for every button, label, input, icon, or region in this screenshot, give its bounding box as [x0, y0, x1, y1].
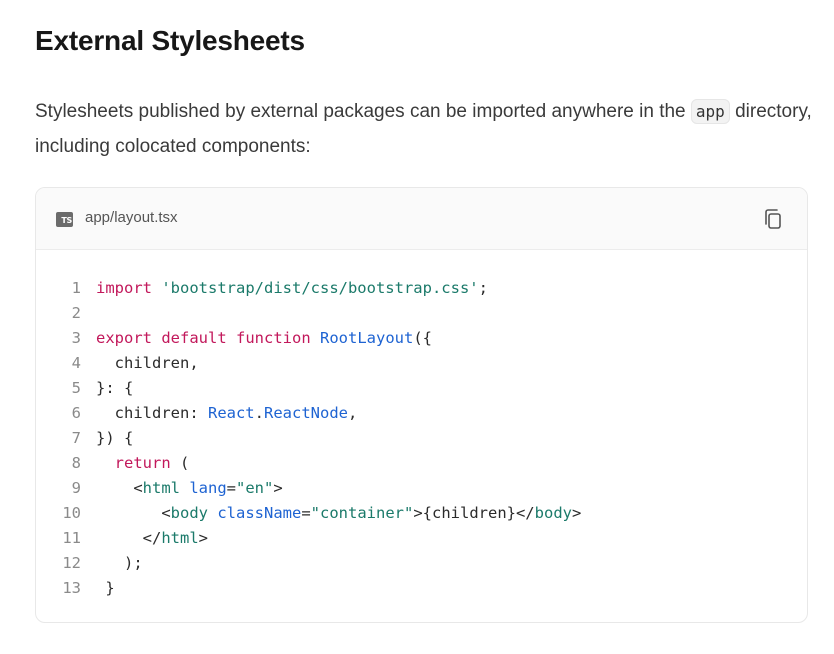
line-number: 3 — [71, 329, 81, 347]
code-line: 6 children: React.ReactNode, — [36, 401, 807, 426]
section-heading: External Stylesheets — [35, 25, 305, 56]
line-number: 6 — [71, 404, 81, 422]
copy-code-button[interactable] — [761, 207, 785, 231]
code-token: > — [198, 529, 208, 547]
code-token: body — [170, 504, 208, 522]
code-token: body — [534, 504, 572, 522]
typescript-file-icon: TS — [56, 212, 73, 227]
code-content: 1 import 'bootstrap/dist/css/bootstrap.cs… — [36, 276, 807, 601]
code-token: ReactNode — [264, 404, 348, 422]
code-token: < — [96, 479, 143, 497]
line-number: 10 — [62, 504, 81, 522]
code-line: 9 <html lang="en"> — [36, 476, 807, 501]
code-token: lang — [189, 479, 227, 497]
code-line-text: </html> — [96, 526, 208, 551]
code-token: ); — [96, 554, 143, 572]
code-line-text: children: React.ReactNode, — [96, 401, 358, 426]
intro-paragraph: Stylesheets published by external packag… — [35, 94, 815, 164]
code-line-text: <html lang="en"> — [96, 476, 283, 501]
line-number: 8 — [71, 454, 81, 472]
code-token: html — [142, 479, 180, 497]
code-line-text: children, — [96, 351, 199, 376]
line-number: 4 — [71, 354, 81, 372]
code-line: 12 ); — [36, 551, 807, 576]
line-number: 12 — [62, 554, 81, 572]
line-number: 9 — [71, 479, 81, 497]
code-token: export — [96, 329, 152, 347]
code-token: > — [273, 479, 283, 497]
line-number: 11 — [62, 529, 81, 547]
code-token: 'bootstrap/dist/css/bootstrap.css' — [161, 279, 479, 297]
code-token: > — [571, 504, 582, 522]
code-line: 1 import 'bootstrap/dist/css/bootstrap.cs… — [36, 276, 807, 301]
line-number: 13 — [62, 579, 81, 597]
code-token: className — [217, 504, 302, 522]
code-token: }) { — [96, 429, 134, 447]
code-line: 8 return ( — [36, 451, 807, 476]
line-number: 5 — [71, 379, 81, 397]
code-token: children, — [96, 354, 199, 372]
line-number: 2 — [71, 304, 81, 322]
line-number: 7 — [71, 429, 81, 447]
code-line-text: return ( — [96, 451, 190, 476]
code-token: . — [254, 404, 264, 422]
code-line: 7 }) { — [36, 426, 807, 451]
code-token: RootLayout — [320, 329, 414, 347]
code-token: React — [207, 404, 255, 422]
code-block: TS app/layout.tsx 1 import 'bootstrap/dis… — [35, 187, 808, 623]
inline-code-app: app — [690, 99, 730, 124]
copy-icon — [765, 209, 781, 229]
code-token: >{children}</ — [413, 504, 535, 522]
code-line: 10 <body className="container">{children… — [36, 501, 807, 526]
code-token: children: — [96, 404, 208, 422]
code-line: 4 children, — [36, 351, 807, 376]
code-filename: app/layout.tsx — [85, 209, 178, 226]
code-token: "en" — [236, 479, 274, 497]
code-line-text: export default function RootLayout({ — [96, 326, 432, 351]
code-line: 3 export default function RootLayout({ — [36, 326, 807, 351]
code-line-text: }) { — [96, 426, 133, 451]
code-token: ({ — [413, 329, 433, 347]
code-line: 11 </html> — [36, 526, 807, 551]
code-line-text: } — [96, 576, 115, 601]
code-line-text: <body className="container">{children}</… — [96, 501, 581, 526]
code-line-text: ); — [96, 551, 143, 576]
code-token: "container" — [310, 504, 414, 522]
code-token: </ — [96, 529, 162, 547]
line-number: 1 — [71, 279, 81, 297]
code-token: return — [114, 454, 171, 472]
code-token: import — [96, 279, 152, 297]
code-token: = — [301, 504, 311, 522]
code-token: ( — [170, 454, 190, 472]
code-token: }: { — [96, 379, 134, 397]
code-token: ; — [478, 279, 488, 297]
paragraph-text-before: Stylesheets published by external packag… — [35, 101, 691, 122]
code-line-text: }: { — [96, 376, 133, 401]
code-token: , — [348, 404, 358, 422]
code-line: 2 — [36, 301, 807, 326]
code-token: html — [161, 529, 199, 547]
code-token: = — [226, 479, 237, 497]
code-token: function — [236, 329, 311, 347]
code-token: } — [96, 579, 115, 597]
code-block-header: TS app/layout.tsx — [36, 188, 807, 250]
code-line: 5 }: { — [36, 376, 807, 401]
code-token: < — [96, 504, 171, 522]
code-line: 13 } — [36, 576, 807, 601]
code-token: default — [161, 329, 227, 347]
code-line-text: import 'bootstrap/dist/css/bootstrap.css… — [96, 276, 488, 301]
